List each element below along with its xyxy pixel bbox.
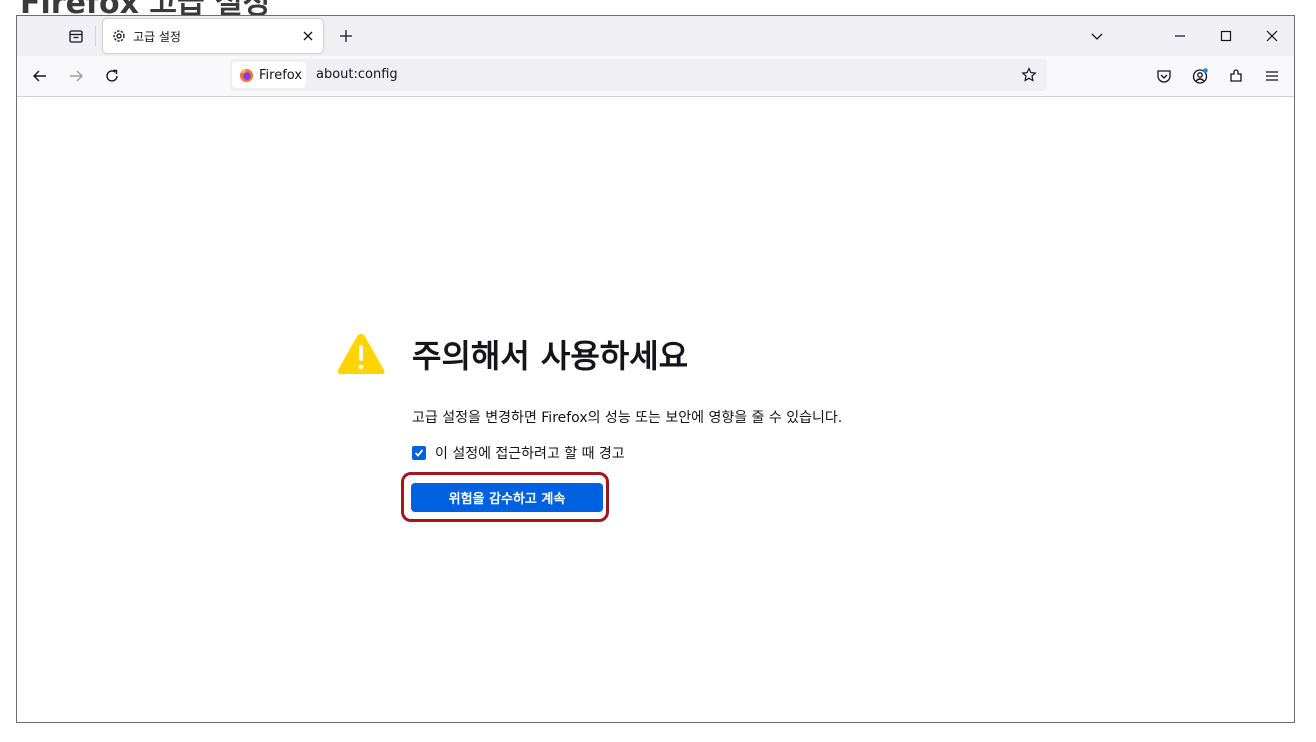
chevron-down-icon [1091, 33, 1103, 40]
pocket-icon [1157, 70, 1171, 83]
app-menu-button[interactable] [1258, 62, 1286, 90]
identity-label: Firefox [259, 67, 303, 83]
firefox-logo-icon [239, 68, 254, 82]
arrow-right-icon [70, 70, 83, 82]
identity-box[interactable]: Firefox [232, 62, 306, 88]
arrow-left-icon [33, 70, 46, 82]
reload-button[interactable] [98, 62, 126, 90]
warning-checkbox-label: 이 설정에 접근하려고 할 때 경고 [435, 446, 625, 462]
maximize-button[interactable] [1212, 22, 1240, 50]
url-input[interactable]: about:config [316, 67, 398, 82]
warning-title: 주의해서 사용하세요 [412, 337, 689, 375]
plus-icon [340, 30, 352, 42]
maximize-icon [1220, 30, 1232, 42]
account-icon [1192, 68, 1208, 84]
minimize-icon [1175, 35, 1185, 37]
forward-button[interactable] [62, 62, 90, 90]
reload-icon [106, 69, 118, 82]
list-all-tabs-button[interactable] [1083, 22, 1111, 50]
hamburger-menu-icon [1266, 71, 1278, 81]
close-icon [303, 31, 313, 41]
star-icon [1021, 67, 1037, 82]
tab-separator [95, 26, 96, 46]
account-button[interactable] [1186, 62, 1214, 90]
checkmark-icon [414, 449, 424, 457]
back-button[interactable] [26, 62, 54, 90]
warning-checkbox-row[interactable]: 이 설정에 접근하려고 할 때 경고 [412, 443, 625, 463]
window-close-button[interactable] [1258, 22, 1286, 50]
warning-checkbox[interactable] [412, 446, 426, 460]
pocket-button[interactable] [1150, 62, 1178, 90]
warning-triangle-icon [337, 334, 385, 374]
puzzle-icon [1230, 69, 1242, 82]
browser-window: 고급 설정 Firefox about:config 주의해서 사용하세요 고급… [16, 15, 1295, 723]
accept-risk-continue-button[interactable]: 위험을 감수하고 계속 [411, 483, 603, 512]
bookmark-star-button[interactable] [1015, 61, 1043, 89]
url-bar[interactable]: Firefox about:config [230, 59, 1047, 91]
firefox-view-button[interactable] [62, 22, 90, 50]
navigation-toolbar: Firefox about:config [17, 56, 1294, 97]
extensions-button[interactable] [1222, 62, 1250, 90]
firefox-view-icon [69, 30, 83, 43]
tab-bar: 고급 설정 [17, 16, 1294, 56]
close-icon [1266, 30, 1278, 42]
tab-title: 고급 설정 [133, 30, 181, 44]
cut-off-page-heading: Firefox 고급 설정 [20, 0, 271, 21]
tab-close-button[interactable] [297, 25, 319, 47]
minimize-button[interactable] [1166, 22, 1194, 50]
tab-advanced-settings[interactable]: 고급 설정 [103, 19, 323, 53]
new-tab-button[interactable] [332, 22, 360, 50]
page-content: 주의해서 사용하세요 고급 설정을 변경하면 Firefox의 성능 또는 보안… [17, 97, 1294, 722]
gear-icon [113, 30, 125, 42]
warning-description: 고급 설정을 변경하면 Firefox의 성능 또는 보안에 영향을 줄 수 있… [412, 410, 843, 426]
